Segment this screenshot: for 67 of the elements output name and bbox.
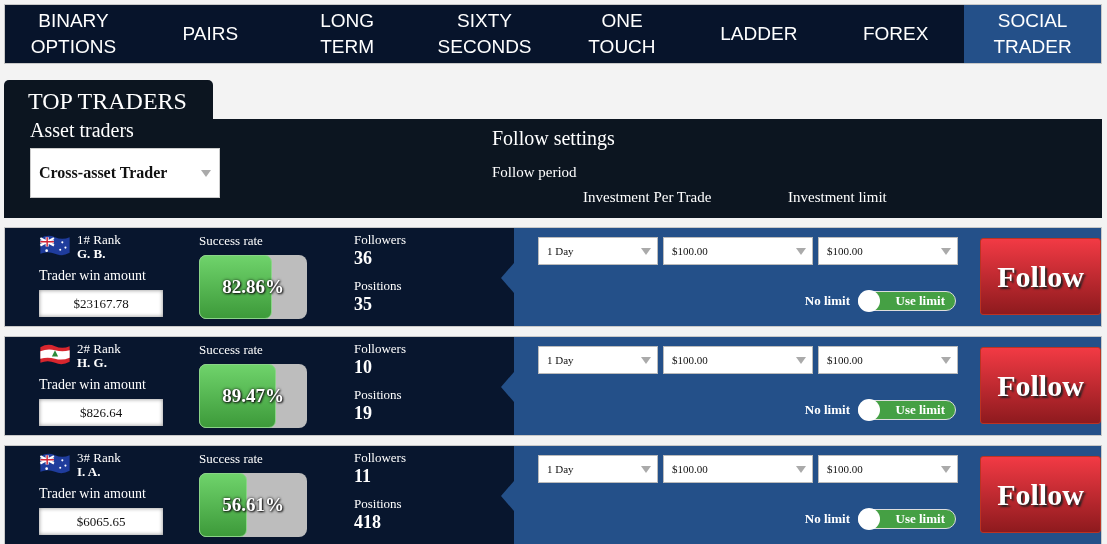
success-label: Success rate [199,342,264,358]
follow-button[interactable]: Follow [980,347,1101,424]
dropdown[interactable]: $100.00 [818,237,958,265]
caret-icon [796,356,806,364]
caret-icon [796,247,806,255]
no-limit-label: No limit [804,511,850,527]
asset-label: Asset traders [30,119,135,142]
followers-label: Followers [354,233,406,247]
rank-label: 2# Rank [77,342,121,356]
caret-icon [941,356,951,364]
dropdown[interactable]: 1 Day [538,346,658,374]
win-amount: $23167.78 [39,290,163,317]
nav-tab[interactable]: PAIRS [141,5,279,63]
positions-count: 418 [354,511,382,533]
nav-tab[interactable]: LADDER [690,5,828,63]
caret-icon [201,169,211,177]
follow-button[interactable]: Follow [980,456,1101,533]
followers-label: Followers [354,451,406,465]
rank-label: 3# Rank [77,451,121,465]
positions-count: 35 [354,293,373,315]
trader-name: H. G. [77,356,108,370]
trader-name: I. A. [77,465,102,479]
positions-label: Positions [354,388,403,402]
success-label: Success rate [199,451,264,467]
caret-icon [641,247,651,255]
win-amount: $6065.65 [39,508,163,535]
nav-tab[interactable]: SOCIAL TRADER [964,5,1101,63]
nav-tab[interactable]: LONG TERM [278,5,416,63]
dropdown[interactable]: $100.00 [663,455,813,483]
no-limit-label: No limit [804,402,850,418]
column-label: Investment Per Trade [583,188,713,207]
follow-button[interactable]: Follow [980,238,1101,315]
dropdown[interactable]: $100.00 [818,346,958,374]
caret-icon [641,356,651,364]
positions-count: 19 [354,402,373,424]
nav-tab[interactable]: BINARY OPTIONS [5,5,142,63]
no-limit-label: No limit [804,293,850,309]
column-label: Follow period [492,163,578,182]
followers-count: 36 [354,247,373,269]
nav-tab[interactable]: FOREX [827,5,965,63]
win-label: Trader win amount [39,268,147,284]
nav-tab[interactable]: ONE TOUCH [553,5,691,63]
win-label: Trader win amount [39,377,147,393]
caret-icon [796,465,806,473]
caret-icon [941,247,951,255]
caret-icon [941,465,951,473]
positions-label: Positions [354,497,403,511]
dropdown[interactable]: $100.00 [818,455,958,483]
rank-label: 1# Rank [77,233,121,247]
followers-count: 11 [354,465,372,487]
dropdown[interactable]: $100.00 [663,346,813,374]
followers-label: Followers [354,342,406,356]
column-label: Investment limit [788,188,888,207]
panel-tab[interactable]: TOP TRADERS [4,80,213,119]
dropdown[interactable]: $100.00 [663,237,813,265]
dropdown[interactable]: 1 Day [538,237,658,265]
win-amount: $826.64 [39,399,163,426]
success-label: Success rate [199,233,264,249]
dropdown[interactable]: 1 Day [538,455,658,483]
positions-label: Positions [354,279,403,293]
caret-icon [641,465,651,473]
settings-title: Follow settings [492,127,616,150]
followers-count: 10 [354,356,373,378]
asset-select[interactable]: Cross-asset Trader [30,148,220,198]
win-label: Trader win amount [39,486,147,502]
trader-name: G. B. [77,247,107,261]
nav-tab[interactable]: SIXTY SECONDS [415,5,554,63]
